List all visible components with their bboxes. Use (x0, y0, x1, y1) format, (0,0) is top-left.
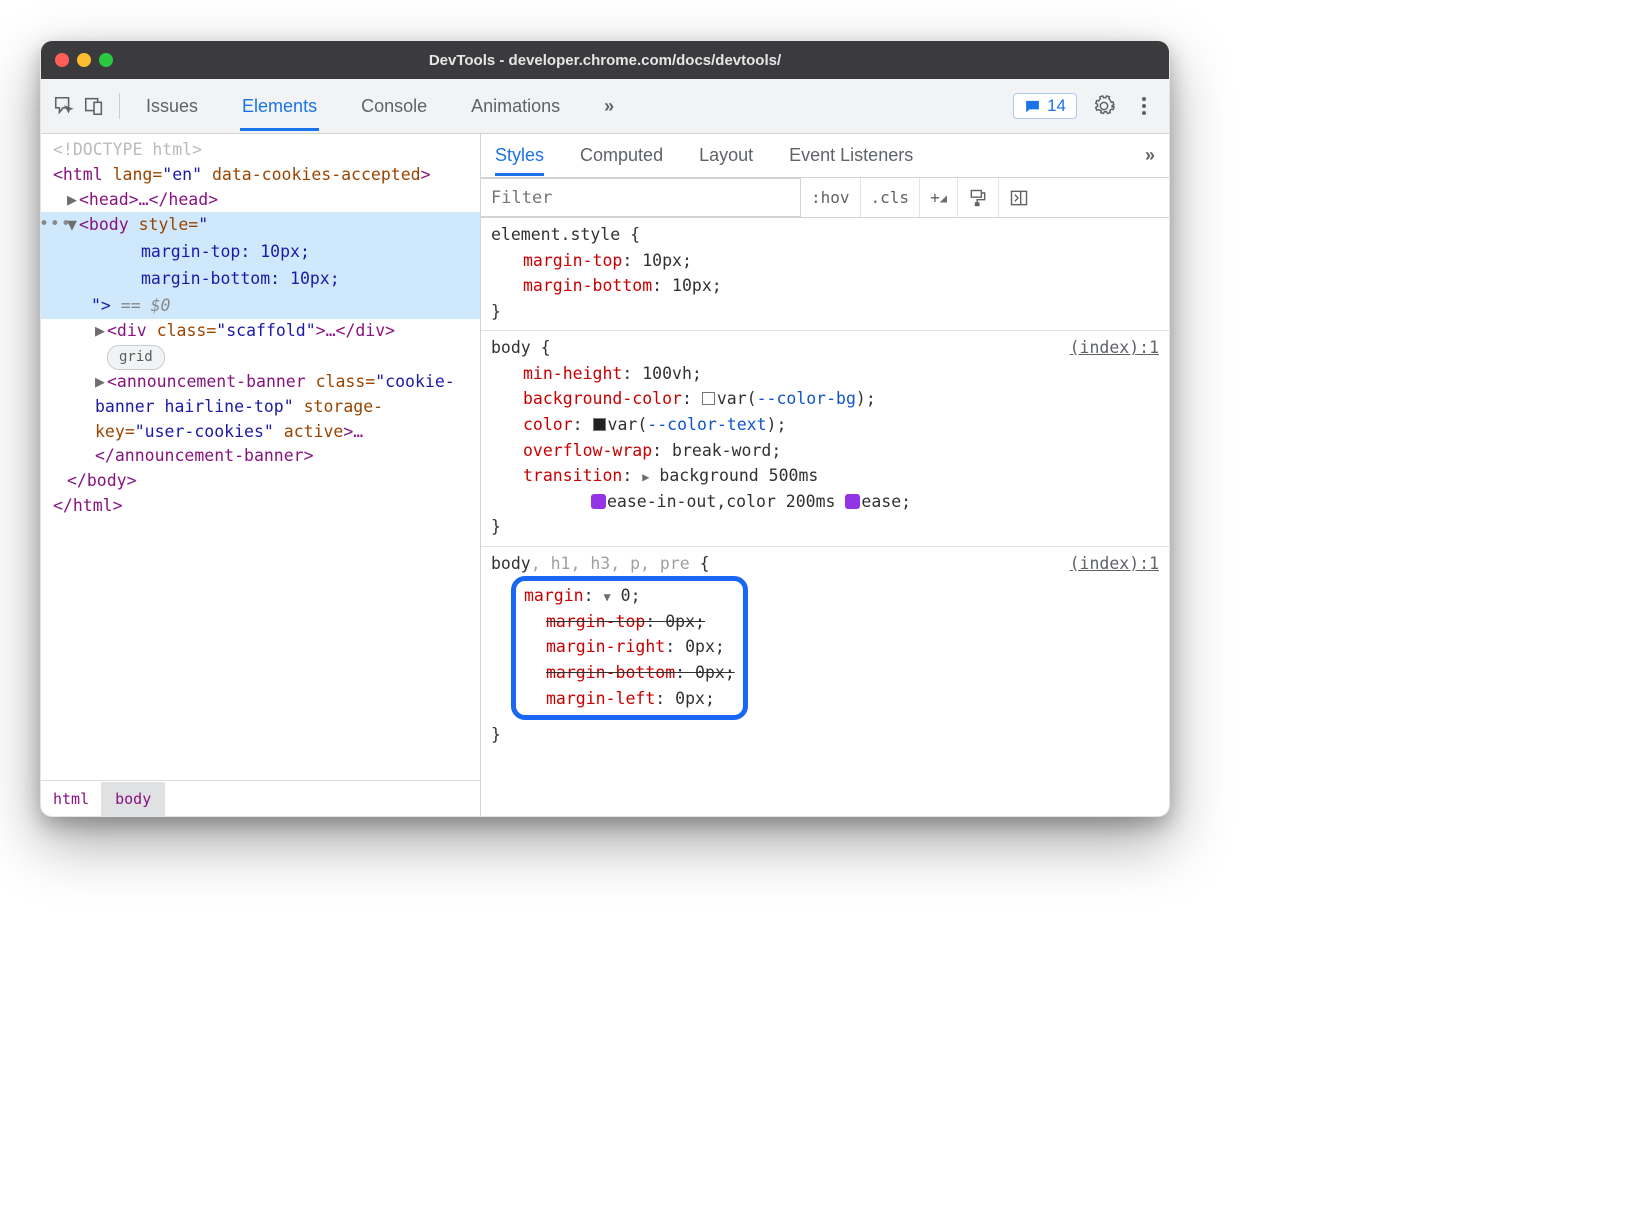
disclosure-triangle-icon[interactable]: ▶ (67, 188, 79, 213)
crumb-html[interactable]: html (41, 790, 101, 808)
paint-icon[interactable] (958, 178, 999, 217)
subtab-layout[interactable]: Layout (699, 135, 753, 176)
main-toolbar: Issues Elements Console Animations » 14 (41, 79, 1169, 134)
subtabs-overflow-icon[interactable]: » (1145, 145, 1155, 166)
bezier-icon[interactable] (591, 494, 606, 509)
source-link[interactable]: (index):1 (1070, 551, 1159, 577)
crumb-body[interactable]: body (101, 782, 165, 816)
dom-body-selected[interactable]: ••• ▼<body style=" margin-top: 10px; mar… (41, 212, 480, 319)
ellipsis-icon: ••• (41, 212, 72, 237)
computed-toggle-icon[interactable] (999, 178, 1039, 217)
rule-body[interactable]: (index):1 body { min-height: 100vh; back… (481, 331, 1169, 547)
more-menu-icon[interactable] (1131, 93, 1157, 119)
devtools-window: DevTools - developer.chrome.com/docs/dev… (40, 40, 1170, 817)
dom-tree[interactable]: <!DOCTYPE html> <html lang="en" data-coo… (41, 134, 480, 780)
tab-elements[interactable]: Elements (240, 82, 319, 131)
message-icon (1024, 98, 1041, 115)
elements-panel: <!DOCTYPE html> <html lang="en" data-coo… (41, 134, 481, 816)
sub-tabs: Styles Computed Layout Event Listeners » (481, 134, 1169, 178)
styles-panel: Styles Computed Layout Event Listeners »… (481, 134, 1169, 816)
filter-input[interactable] (481, 178, 801, 217)
disclosure-triangle-icon[interactable]: ▶ (95, 319, 107, 344)
issues-badge[interactable]: 14 (1013, 93, 1077, 119)
tab-issues[interactable]: Issues (144, 82, 200, 131)
subtab-styles[interactable]: Styles (495, 135, 544, 176)
dom-body-close: </body> (41, 469, 480, 494)
disclosure-triangle-icon[interactable]: ▶ (95, 370, 107, 395)
new-rule-button[interactable]: +◢ (920, 178, 958, 217)
device-toolbar-icon[interactable] (79, 91, 109, 121)
window-title: DevTools - developer.chrome.com/docs/dev… (41, 52, 1169, 69)
toolbar-right: 14 (1013, 93, 1157, 119)
source-link[interactable]: (index):1 (1070, 335, 1159, 361)
tab-console[interactable]: Console (359, 82, 429, 131)
styles-filter-row: :hov .cls +◢ (481, 178, 1169, 218)
highlighted-margin-box: margin: ▼ 0; margin-top: 0px; margin-rig… (511, 576, 748, 720)
breadcrumb: html body (41, 780, 480, 816)
main-tabs: Issues Elements Console Animations » (144, 82, 1013, 131)
dom-html-close: </html> (41, 494, 480, 519)
disclosure-triangle-icon[interactable]: ▼ (603, 590, 610, 604)
color-swatch-icon[interactable] (702, 392, 715, 405)
hov-toggle[interactable]: :hov (801, 178, 861, 217)
selector: element.style (491, 225, 620, 244)
issues-count: 14 (1047, 96, 1066, 116)
settings-gear-icon[interactable] (1091, 93, 1117, 119)
color-swatch-icon[interactable] (593, 418, 606, 431)
inspect-element-icon[interactable] (49, 91, 79, 121)
tab-animations[interactable]: Animations (469, 82, 562, 131)
rule-element-style[interactable]: element.style { margin-top: 10px; margin… (481, 218, 1169, 331)
dom-doctype: <!DOCTYPE html> (41, 138, 480, 163)
grid-badge[interactable]: grid (41, 344, 480, 370)
dom-head[interactable]: ▶<head>…</head> (41, 188, 480, 213)
title-bar: DevTools - developer.chrome.com/docs/dev… (41, 41, 1169, 79)
styles-rules: element.style { margin-top: 10px; margin… (481, 218, 1169, 816)
rule-body-etc[interactable]: (index):1 body, h1, h3, p, pre { margin:… (481, 547, 1169, 754)
tabs-overflow-icon[interactable]: » (602, 82, 616, 131)
subtab-event-listeners[interactable]: Event Listeners (789, 135, 913, 176)
dom-html-open[interactable]: <html lang="en" data-cookies-accepted> (41, 163, 480, 188)
bezier-icon[interactable] (845, 494, 860, 509)
subtab-computed[interactable]: Computed (580, 135, 663, 176)
dom-announcement-banner[interactable]: ▶<announcement-banner class="cookie-bann… (41, 370, 480, 469)
content-split: <!DOCTYPE html> <html lang="en" data-coo… (41, 134, 1169, 816)
disclosure-triangle-icon[interactable]: ▶ (642, 470, 649, 484)
dom-div-scaffold[interactable]: ▶<div class="scaffold">…</div> (41, 319, 480, 344)
separator (119, 93, 120, 119)
cls-toggle[interactable]: .cls (861, 178, 921, 217)
selector: body (491, 338, 531, 357)
